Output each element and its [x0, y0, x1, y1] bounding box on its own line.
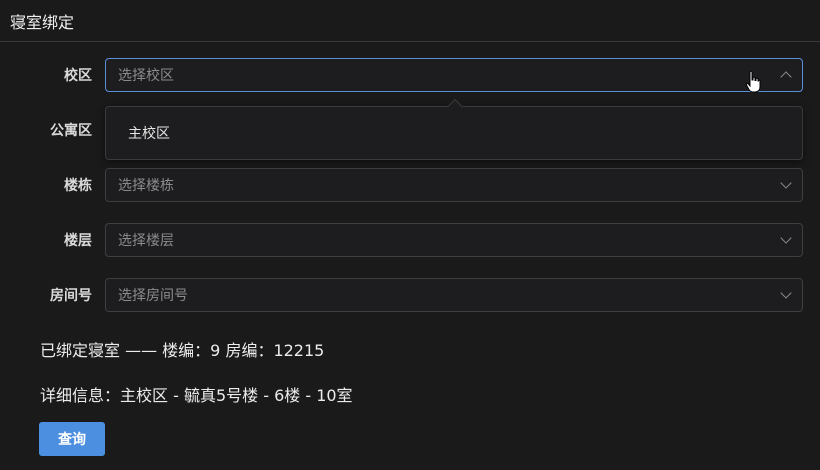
chevron-down-icon [780, 232, 792, 244]
campus-select-placeholder: 选择校区 [118, 68, 174, 84]
dialog-title: 寝室绑定 [10, 12, 75, 32]
floor-select[interactable]: 选择楼层 [105, 223, 803, 257]
campus-label: 校区 [64, 68, 92, 84]
building-select-placeholder: 选择楼栋 [118, 178, 174, 194]
room-binding-dialog: 寝室绑定 校区 选择校区 公寓区 楼栋 选择楼栋 楼层 选择楼层 房间号 选择房… [0, 0, 820, 470]
room-detail-text: 详细信息：主校区 - 毓真5号楼 - 6楼 - 10室 [40, 386, 353, 405]
building-select[interactable]: 选择楼栋 [105, 168, 803, 202]
chevron-down-icon [780, 177, 792, 189]
apartment-label: 公寓区 [50, 123, 92, 139]
dropdown-pointer-arrow [447, 98, 463, 114]
campus-select[interactable]: 选择校区 [105, 58, 803, 92]
form-row-room: 房间号 选择房间号 [0, 278, 820, 312]
form-row-building: 楼栋 选择楼栋 [0, 168, 820, 202]
building-label: 楼栋 [64, 178, 92, 194]
floor-select-placeholder: 选择楼层 [118, 233, 174, 249]
chevron-up-icon [780, 71, 792, 83]
query-button[interactable]: 查询 [39, 422, 105, 456]
room-select-placeholder: 选择房间号 [118, 288, 188, 304]
form-row-campus: 校区 选择校区 [0, 58, 820, 92]
dialog-header: 寝室绑定 [0, 0, 820, 42]
campus-dropdown: 主校区 [105, 98, 803, 160]
floor-label: 楼层 [64, 233, 92, 249]
room-select[interactable]: 选择房间号 [105, 278, 803, 312]
room-label: 房间号 [50, 288, 92, 304]
chevron-down-icon [780, 287, 792, 299]
form-row-floor: 楼层 选择楼层 [0, 223, 820, 257]
dropdown-option-main-campus[interactable]: 主校区 [106, 116, 802, 150]
bound-room-text: 已绑定寝室 —— 楼编：9 房编：12215 [40, 341, 325, 360]
hand-pointer-icon [745, 70, 761, 93]
